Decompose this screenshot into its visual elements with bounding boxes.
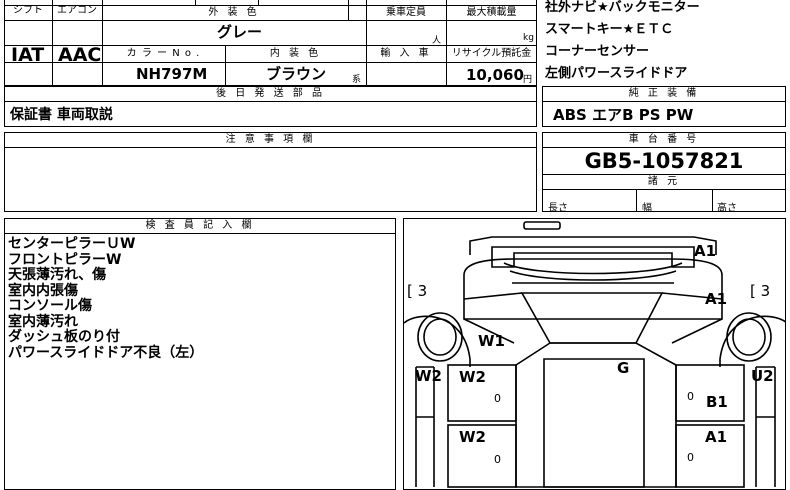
damage-mark-w2-left-inner: W2 [459, 368, 486, 386]
ext-color-label: 外 装 色 [208, 7, 260, 18]
notes-header: 注 意 事 項 欄 [225, 134, 316, 145]
dimensions-line [712, 189, 713, 212]
later-parts-line [4, 101, 537, 102]
damage-mark-a1-right-front: A1 [705, 290, 728, 308]
inspector-line [4, 233, 396, 234]
factory-equipment-value: ABS エアB PS PW [553, 106, 694, 124]
damage-mark-g: G [617, 359, 630, 377]
damage-mark-b1: B1 [706, 393, 728, 411]
factory-equipment-header: 純 正 装 備 [628, 88, 700, 99]
dimensions-line [636, 189, 637, 212]
width-label: 幅 [642, 203, 652, 214]
later-parts-header: 後 日 発 送 部 品 [216, 88, 325, 99]
damage-mark-w1: W1 [478, 332, 505, 350]
color-no-label: カ ラ ー N o . [126, 48, 201, 59]
remark-item: 室内薄汚れ [8, 313, 78, 330]
feature-item: 社外ナビ★バックモニター [545, 0, 700, 15]
diagram-zero: 0 [687, 390, 694, 403]
chassis-line [542, 147, 786, 148]
damage-mark-a1-top: A1 [694, 242, 717, 260]
remark-item: フロントピラーW [8, 251, 122, 268]
damage-mark-right-bracket: [ 3 [750, 282, 771, 300]
recycle-value: 10,060 [466, 66, 524, 84]
aircon-label: エアコン [57, 5, 97, 16]
damage-mark-w2-left-lower: W2 [459, 428, 486, 446]
interior-color-suffix: 系 [352, 75, 362, 85]
feature-item: コーナーセンサー [545, 44, 650, 59]
later-parts-value: 保証書 車両取説 [10, 107, 113, 123]
remark-item: 室内内張傷 [8, 282, 78, 299]
chassis-header: 車 台 番 号 [628, 134, 700, 145]
interior-color-label: 内 装 色 [269, 48, 322, 59]
feature-item: スマートキー★ＥＴＣ [545, 22, 674, 37]
car-outline [404, 221, 785, 488]
ext-color-value: グレー [217, 23, 263, 41]
recycle-label: リサイクル預託金 [451, 48, 532, 59]
car-diagram-box [403, 218, 786, 490]
notes-line [4, 147, 537, 148]
recycle-unit: 円 [523, 75, 533, 85]
length-label: 長さ [548, 203, 568, 214]
damage-mark-u2-right: U2 [751, 367, 774, 385]
inspector-header: 検 査 員 記 入 欄 [145, 220, 255, 231]
damage-mark-w2-left-outer: W2 [415, 367, 442, 385]
color-no-value: NH797M [136, 65, 208, 83]
dimensions-header: 諸 元 [647, 176, 681, 187]
height-label: 高さ [717, 203, 737, 214]
remark-item: 天張薄汚れ、傷 [8, 267, 107, 283]
shift-label: シフト [13, 5, 43, 16]
diagram-zero: 0 [494, 453, 501, 466]
remark-item: パワースライドドア不良（左） [8, 344, 204, 361]
dimensions-line [542, 189, 786, 190]
diagram-zero: 0 [494, 392, 501, 405]
spec-line [4, 20, 537, 21]
feature-item: 左側パワースライドドア [545, 66, 688, 81]
capacity-label: 乗車定員 [386, 7, 426, 18]
aircon-value: AAC [58, 44, 102, 66]
inspector-remarks: センターピラーＵW フロントピラーW 天張薄汚れ、傷 室内内張傷 コンソール傷 … [8, 236, 204, 361]
chassis-value: GB5-1057821 [584, 149, 744, 173]
remark-item: センターピラーＵW [8, 236, 136, 252]
max-load-label: 最大積載量 [466, 7, 517, 18]
damage-mark-left-bracket: [ 3 [407, 282, 428, 300]
import-label: 輸 入 車 [380, 48, 432, 59]
remark-item: コンソール傷 [8, 298, 92, 314]
interior-color-value: ブラウン [266, 65, 327, 83]
factory-equipment-line [542, 101, 786, 102]
remark-item: ダッシュ板のり付 [8, 329, 120, 345]
shift-value: IAT [11, 44, 45, 66]
damage-mark-a1-right-lower: A1 [705, 428, 728, 446]
max-load-unit: kg [523, 33, 534, 43]
diagram-zero: 0 [687, 451, 694, 464]
capacity-unit: 人 [432, 36, 442, 46]
